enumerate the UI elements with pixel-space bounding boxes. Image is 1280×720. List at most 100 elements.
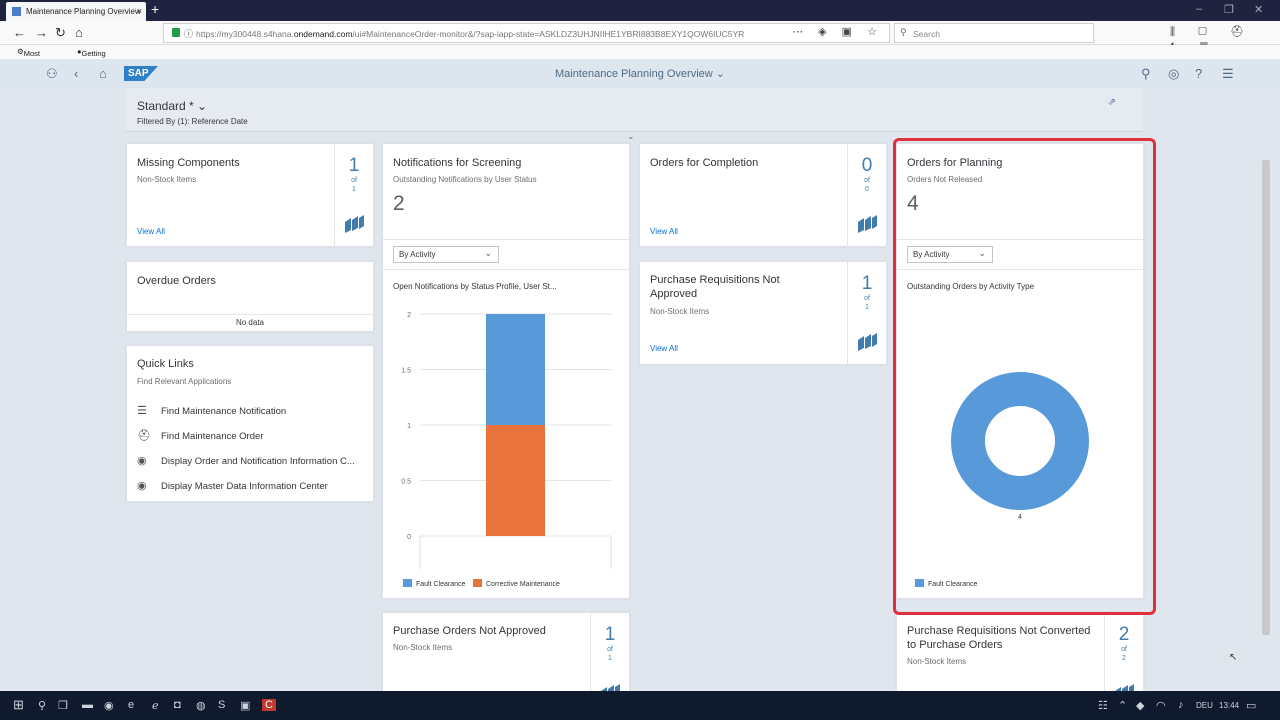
kpi-value: 2 bbox=[393, 192, 405, 215]
lock-icon bbox=[172, 28, 180, 37]
dropbox-icon[interactable]: ◆ bbox=[1136, 699, 1144, 712]
tab-title: Maintenance Planning Overview bbox=[26, 7, 141, 16]
copilot-icon[interactable]: ◎ bbox=[1168, 66, 1179, 82]
legend-fault-clearance[interactable]: Fault Clearance bbox=[403, 579, 465, 588]
tab-favicon-icon bbox=[12, 7, 21, 16]
outlook-icon[interactable]: ◘ bbox=[174, 699, 181, 711]
activity-dropdown[interactable]: By Activity ⌄ bbox=[393, 246, 499, 263]
home-nav-icon[interactable]: ⌂ bbox=[99, 66, 107, 81]
view-all-link[interactable]: View All bbox=[650, 227, 678, 236]
windows-start-icon[interactable]: ⊞ bbox=[13, 697, 24, 713]
y-tick-label: 1.5 bbox=[401, 368, 411, 375]
variant-selector[interactable]: Standard * ⌄ bbox=[137, 99, 207, 113]
language-indicator[interactable]: DEU bbox=[1196, 701, 1213, 710]
recorder-icon[interactable]: C bbox=[262, 699, 276, 711]
notifications-icon[interactable]: ☰ bbox=[1222, 66, 1234, 82]
network-icon[interactable]: ☷ bbox=[1098, 699, 1108, 712]
file-explorer-icon[interactable]: ▬ bbox=[82, 699, 93, 711]
url-action-icons[interactable]: ⋯ ◈ ▣ ☆ bbox=[792, 25, 883, 38]
address-bar[interactable]: ⓘ https://my300448.s4hana.ondemand.com/u… bbox=[163, 23, 890, 43]
card-overdue-orders[interactable]: Overdue Orders No data bbox=[126, 261, 374, 332]
page-scrollbar[interactable] bbox=[1262, 160, 1270, 635]
bookmark-most-visited[interactable]: ⚙ Most Visited bbox=[17, 47, 46, 67]
legend-corrective-maintenance[interactable]: Corrective Maintenance bbox=[473, 579, 560, 588]
card-orders-completion[interactable]: Orders for Completion 0 of 0 View All bbox=[639, 143, 887, 248]
y-tick-label: 0 bbox=[407, 534, 411, 541]
quick-link-find-notification[interactable]: ☰ Find Maintenance Notification bbox=[137, 404, 286, 417]
filter-summary: Filtered By (1): Reference Date bbox=[137, 117, 248, 126]
card-title: Purchase Orders Not Approved bbox=[393, 625, 546, 637]
help-icon[interactable]: ? bbox=[1195, 66, 1202, 81]
firefox-icon[interactable]: ◍ bbox=[196, 699, 206, 712]
sap-shell-bar: Maintenance Planning Overview ⌄ ⚇ ‹ ⌂ SA… bbox=[0, 59, 1280, 88]
wifi-icon[interactable]: ◠ bbox=[1156, 699, 1166, 712]
tray-arrow-icon[interactable]: ⌃ bbox=[1118, 699, 1127, 712]
chart-title: Open Notifications by Status Profile, Us… bbox=[393, 282, 557, 291]
card-quick-links[interactable]: Quick Links Find Relevant Applications ☰… bbox=[126, 345, 374, 502]
close-window-icon[interactable]: ✕ bbox=[1254, 3, 1263, 16]
view-all-link[interactable]: View All bbox=[650, 344, 678, 353]
stack-icon[interactable] bbox=[856, 332, 878, 352]
task-view-icon[interactable]: ❐ bbox=[58, 699, 68, 712]
count-indicator: 0 of 0 bbox=[861, 155, 873, 194]
url-prefix: https://my300448.s4hana. bbox=[196, 29, 294, 39]
share-icon[interactable]: ⇗ bbox=[1108, 97, 1116, 108]
url-path: /ui#MaintenanceOrder-monitor&/?sap-iapp-… bbox=[352, 29, 745, 39]
quick-link-find-order[interactable]: ⛑ Find Maintenance Order bbox=[137, 429, 263, 442]
back-icon[interactable]: ← bbox=[13, 25, 26, 40]
skype-icon[interactable]: S bbox=[218, 699, 225, 711]
app-title[interactable]: Maintenance Planning Overview ⌄ bbox=[0, 67, 1280, 80]
chevron-down-icon: ⌄ bbox=[484, 248, 492, 258]
y-tick-label: 2 bbox=[407, 312, 411, 319]
home-icon[interactable]: ⌂ bbox=[75, 25, 83, 40]
target-icon: ◉ bbox=[137, 455, 147, 467]
action-center-icon[interactable]: ▭ bbox=[1246, 699, 1256, 712]
search-icon[interactable]: ⚲ bbox=[1141, 66, 1151, 82]
collapse-header-icon[interactable]: ⌄ bbox=[627, 131, 635, 142]
clock[interactable]: 13:44 bbox=[1219, 701, 1239, 710]
search-icon: ⚲ bbox=[900, 27, 907, 37]
stack-icon[interactable] bbox=[343, 214, 365, 234]
back-nav-icon[interactable]: ‹ bbox=[74, 66, 78, 81]
quick-link-master-data-center[interactable]: ◉ Display Master Data Information Center bbox=[137, 479, 328, 492]
stack-icon[interactable] bbox=[856, 214, 878, 234]
new-tab-button[interactable]: + bbox=[151, 1, 159, 17]
card-purchase-requisitions[interactable]: Purchase Requisitions Not Approved Non-S… bbox=[639, 261, 887, 366]
card-subtitle: Non-Stock Items bbox=[137, 175, 197, 184]
card-purchase-orders[interactable]: Purchase Orders Not Approved Non-Stock I… bbox=[382, 612, 630, 702]
card-pr-not-converted[interactable]: Purchase Requisitions Not Converted to P… bbox=[896, 612, 1144, 702]
count-indicator: 1 of 1 bbox=[604, 624, 616, 663]
bar-segment-corrective-maintenance[interactable] bbox=[486, 425, 545, 536]
search-placeholder: Search bbox=[913, 29, 940, 39]
bookmark-getting-started[interactable]: ● Getting Started bbox=[77, 47, 106, 67]
reload-icon[interactable]: ↻ bbox=[55, 25, 66, 41]
browser-tab[interactable]: Maintenance Planning Overview × bbox=[6, 2, 146, 21]
tab-close-icon[interactable]: × bbox=[137, 6, 142, 16]
card-notifications-screening[interactable]: Notifications for Screening Outstanding … bbox=[382, 143, 630, 599]
search-icon[interactable]: ⚲ bbox=[38, 699, 46, 712]
no-data-text: No data bbox=[235, 318, 265, 327]
quick-link-order-info-center[interactable]: ◉ Display Order and Notification Informat… bbox=[137, 454, 355, 467]
restore-icon[interactable]: ❐ bbox=[1224, 3, 1234, 16]
card-missing-components[interactable]: Missing Components Non-Stock Items 1 of 1 … bbox=[126, 143, 374, 248]
smart-filter-header: Standard * ⌄ Filtered By (1): Reference … bbox=[126, 88, 1142, 132]
chrome-icon[interactable]: ◉ bbox=[104, 699, 114, 712]
minimize-icon[interactable]: – bbox=[1196, 3, 1202, 15]
volume-icon[interactable]: ♪ bbox=[1178, 699, 1184, 711]
camtasia-icon[interactable]: ▣ bbox=[240, 699, 250, 712]
user-icon[interactable]: ⚇ bbox=[46, 66, 58, 82]
stacked-bar-chart: 2 1.5 1 0.5 0 bbox=[401, 312, 612, 569]
search-input[interactable]: ⚲ Search bbox=[894, 23, 1094, 43]
bar-segment-fault-clearance[interactable] bbox=[486, 314, 545, 425]
count-indicator: 1 of 1 bbox=[861, 273, 873, 312]
browser-tab-bar: Maintenance Planning Overview × + – ❐ ✕ bbox=[0, 0, 1280, 21]
ie-icon[interactable]: ℯ bbox=[152, 699, 159, 712]
forward-icon[interactable]: → bbox=[35, 25, 48, 40]
view-all-link[interactable]: View All bbox=[137, 227, 165, 236]
card-title: Quick Links bbox=[137, 358, 194, 370]
info-icon[interactable]: ⓘ bbox=[184, 27, 193, 40]
edge-icon[interactable]: e bbox=[128, 699, 134, 711]
bookmarks-bar: ⚙ Most Visited ● Getting Started bbox=[0, 45, 1280, 67]
card-title: Purchase Requisitions Not Approved bbox=[650, 274, 780, 300]
card-title: Orders for Completion bbox=[650, 157, 759, 169]
